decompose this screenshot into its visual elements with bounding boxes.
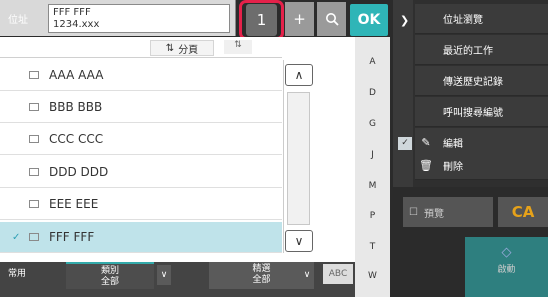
mail-icon	[29, 233, 39, 241]
list-item[interactable]: AAA AAA	[0, 60, 282, 91]
alpha-index-item[interactable]: D	[355, 88, 390, 98]
chevron-up-icon: ∧	[294, 68, 304, 82]
search-icon	[325, 13, 339, 26]
check-icon: ✓	[12, 231, 21, 243]
scroll-up-button[interactable]: ∧	[285, 64, 313, 86]
menu-search-number[interactable]: 呼叫搜尋編號	[415, 97, 548, 127]
alpha-index-item[interactable]: J	[355, 150, 390, 160]
menu-delete[interactable]: 🗑 刪除	[415, 152, 548, 180]
category-title: 類別	[100, 266, 119, 276]
selection-title: 精選	[252, 264, 271, 274]
start-icon: ◇	[501, 245, 512, 260]
mail-icon	[29, 168, 39, 176]
start-button[interactable]: ◇ 啟動	[465, 237, 548, 297]
menu-label: 刪除	[443, 162, 463, 173]
ca-button[interactable]: CA	[498, 197, 548, 227]
ok-button[interactable]: OK	[350, 4, 388, 36]
trash-icon: 🗑	[419, 159, 433, 172]
add-address-button[interactable]: +	[285, 2, 314, 36]
contact-name: BBB BBB	[49, 100, 103, 114]
menu-address-browse[interactable]: 位址瀏覽	[415, 4, 548, 34]
chevron-right-icon: ❯	[400, 14, 410, 27]
preview-icon: ☐	[409, 206, 418, 218]
address-line-1: FFF FFF	[53, 7, 91, 18]
alpha-index-item[interactable]: P	[355, 211, 390, 221]
select-toggle-checkbox[interactable]: ✓	[398, 137, 412, 150]
alpha-index-item[interactable]: G	[355, 119, 390, 129]
alpha-index-item[interactable]: M	[355, 181, 390, 191]
list-item[interactable]: EEE EEE	[0, 189, 282, 220]
scroll-down-button[interactable]: ∨	[285, 230, 313, 252]
contact-name: CCC CCC	[49, 132, 104, 146]
contact-name: AAA AAA	[49, 68, 104, 82]
preview-button[interactable]: ☐ 預覽	[403, 197, 493, 227]
list-item[interactable]: BBB BBB	[0, 92, 282, 123]
abc-tab[interactable]: ABC	[323, 264, 353, 284]
search-button[interactable]	[317, 2, 346, 36]
mail-icon	[29, 135, 39, 143]
category-filter[interactable]: 類別 全部	[66, 262, 154, 289]
menu-recent-jobs[interactable]: 最近的工作	[415, 35, 548, 65]
selection-value: 全部	[252, 275, 271, 285]
mail-icon	[29, 103, 39, 111]
preview-label: 預覽	[423, 208, 444, 220]
list-item[interactable]: DDD DDD	[0, 157, 282, 188]
alpha-index-item[interactable]: T	[355, 242, 390, 252]
address-label: 位址	[8, 15, 28, 26]
list-item[interactable]: CCC CCC	[0, 124, 282, 155]
page-icon: ⇅	[165, 42, 175, 54]
menu-send-history[interactable]: 傳送歷史記錄	[415, 66, 548, 96]
mail-icon	[29, 200, 39, 208]
highlight-ring	[239, 0, 284, 40]
common-label[interactable]: 常用	[8, 266, 26, 279]
contact-name: FFF FFF	[49, 230, 95, 244]
chevron-down-icon[interactable]: ∨	[157, 265, 171, 285]
selection-filter[interactable]: 精選 全部	[209, 262, 314, 289]
alpha-index	[355, 37, 390, 297]
contact-name: DDD DDD	[49, 165, 109, 179]
menu-label: 傳送歷史記錄	[443, 77, 503, 88]
address-field[interactable]: 位址 FFF FFF 1234.xxx	[0, 0, 236, 36]
contact-name: EEE EEE	[49, 197, 99, 211]
edit-icon: ✎	[421, 136, 431, 149]
scroll-track[interactable]	[287, 92, 310, 225]
chevron-down-icon[interactable]: ∨	[300, 265, 314, 285]
panel-toggle[interactable]	[393, 0, 413, 187]
alpha-index-item[interactable]: A	[355, 57, 390, 67]
page-toggle-button[interactable]: ⇅ 分頁	[150, 40, 214, 56]
page-label: 分頁	[178, 44, 199, 56]
menu-label: 位址瀏覽	[443, 15, 483, 26]
address-value-box[interactable]: FFF FFF 1234.xxx	[48, 4, 230, 33]
chevron-down-icon: ∨	[294, 234, 304, 248]
start-label: 啟動	[497, 265, 516, 275]
menu-label: 編輯	[443, 139, 463, 150]
category-value: 全部	[100, 277, 119, 287]
menu-label: 最近的工作	[443, 46, 493, 57]
list-item-selected[interactable]: ✓ FFF FFF	[0, 222, 282, 253]
menu-label: 呼叫搜尋編號	[443, 108, 503, 119]
mail-icon	[29, 71, 39, 79]
sort-icon[interactable]: ⇅	[224, 40, 252, 54]
address-line-2: 1234.xxx	[53, 19, 100, 30]
alpha-index-item[interactable]: W	[355, 271, 390, 281]
